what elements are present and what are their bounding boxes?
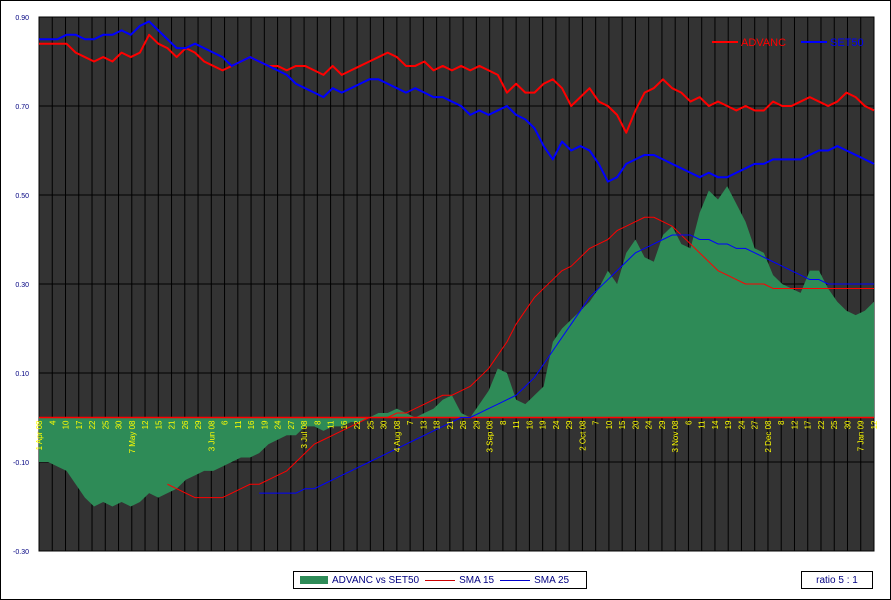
legend-sma15-label: SMA 15 xyxy=(459,574,495,586)
x-tick-label: 7 May 08 xyxy=(128,420,137,453)
legend-area-item: ADVANC vs SET50 xyxy=(300,575,419,586)
x-tick-label: 8 xyxy=(499,420,508,425)
y-tick-label: 0.50 xyxy=(15,193,29,200)
x-tick-label: 22 xyxy=(88,420,97,429)
x-tick-label: 11 xyxy=(234,420,243,429)
x-tick-label: 20 xyxy=(631,420,640,429)
x-tick-label: 11 xyxy=(698,420,707,429)
x-tick-label: 24 xyxy=(737,420,746,429)
x-tick-label: 24 xyxy=(645,420,654,429)
legend-sma25-swatch xyxy=(500,579,531,581)
x-tick-label: 29 xyxy=(658,420,667,429)
chart-frame: 0.90 0.70 0.50 0.30 0.10 -0.10 -0.30 1 Apr 08 4… xyxy=(0,0,891,600)
x-tick-label: 4 xyxy=(48,420,57,425)
x-tick-label: 2 Dec 08 xyxy=(764,420,773,453)
x-tick-label: 11 xyxy=(512,420,521,429)
legend-sma25-item: SMA 25 xyxy=(500,575,569,586)
x-tick-label: 2 Oct 08 xyxy=(578,420,587,451)
x-tick-label: 12 xyxy=(870,420,879,429)
x-tick-label: 19 xyxy=(539,420,548,429)
legend-sma15-swatch xyxy=(425,579,456,581)
x-tick-label: 27 xyxy=(751,420,760,429)
legend-advanc-label: ADVANC xyxy=(741,37,786,49)
x-tick-label: 1 Apr 08 xyxy=(35,420,44,450)
x-tick-label: 3 Jul 08 xyxy=(300,420,309,449)
y-tick-label: 0.30 xyxy=(15,282,29,289)
x-tick-label: 26 xyxy=(181,420,190,429)
y-tick-label: 0.10 xyxy=(15,371,29,378)
x-tick-label: 26 xyxy=(459,420,468,429)
x-tick-label: 14 xyxy=(711,420,720,429)
x-tick-label: 27 xyxy=(287,420,296,429)
x-tick-label: 17 xyxy=(75,420,84,429)
x-tick-label: 29 xyxy=(565,420,574,429)
legend-area-label: ADVANC vs SET50 xyxy=(332,574,420,586)
legend-sma25-label: SMA 25 xyxy=(534,574,570,586)
x-tick-label: 3 Jun 08 xyxy=(207,420,216,451)
x-tick-label: 19 xyxy=(724,420,733,429)
x-tick-label: 10 xyxy=(62,420,71,429)
x-tick-label: 12 xyxy=(141,420,150,429)
ratio-label: ratio 5 : 1 xyxy=(816,574,858,586)
x-tick-label: 22 xyxy=(353,420,362,429)
y-tick-label: -0.10 xyxy=(13,460,29,467)
y-tick-label: 0.90 xyxy=(15,15,29,22)
x-tick-label: 21 xyxy=(446,420,455,429)
x-tick-label: 6 xyxy=(684,420,693,425)
x-tick-label: 7 xyxy=(592,420,601,425)
x-tick-label: 16 xyxy=(525,420,534,429)
x-tick-label: 25 xyxy=(366,420,375,429)
x-tick-label: 17 xyxy=(804,420,813,429)
x-tick-label: 6 xyxy=(221,420,230,425)
x-tick-label: 29 xyxy=(472,420,481,429)
x-tick-label: 25 xyxy=(101,420,110,429)
x-tick-label: 15 xyxy=(618,420,627,429)
x-tick-label: 24 xyxy=(274,420,283,429)
x-tick-label: 18 xyxy=(433,420,442,429)
x-tick-label: 29 xyxy=(194,420,203,429)
x-tick-label: 13 xyxy=(419,420,428,429)
x-tick-label: 7 xyxy=(406,420,415,425)
x-tick-label: 10 xyxy=(605,420,614,429)
x-tick-label: 21 xyxy=(168,420,177,429)
x-tick-label: 16 xyxy=(247,420,256,429)
legend-set50-label: SET50 xyxy=(830,37,864,49)
ratio-label-box: ratio 5 : 1 xyxy=(801,571,873,589)
x-tick-label: 8 xyxy=(777,420,786,425)
y-tick-label: -0.30 xyxy=(13,549,29,556)
x-tick-label: 30 xyxy=(115,420,124,429)
legend-sma15-item: SMA 15 xyxy=(425,575,494,586)
x-tick-label: 12 xyxy=(790,420,799,429)
x-tick-label: 15 xyxy=(154,420,163,429)
x-tick-label: 3 Nov 08 xyxy=(671,420,680,453)
chart-svg: 0.90 0.70 0.50 0.30 0.10 -0.10 -0.30 1 Apr 08 4… xyxy=(13,15,879,556)
bottom-legend: ADVANC vs SET50 SMA 15 SMA 25 xyxy=(293,571,587,589)
x-tick-label: 30 xyxy=(843,420,852,429)
x-tick-label: 11 xyxy=(327,420,336,429)
x-tick-label: 3 Sep 08 xyxy=(486,420,495,453)
x-tick-label: 24 xyxy=(552,420,561,429)
x-tick-label: 22 xyxy=(817,420,826,429)
x-tick-label: 4 Aug 08 xyxy=(393,420,402,452)
y-tick-label: 0.70 xyxy=(15,104,29,111)
x-tick-label: 8 xyxy=(313,420,322,425)
x-tick-label: 19 xyxy=(260,420,269,429)
x-tick-label: 25 xyxy=(830,420,839,429)
x-tick-label: 16 xyxy=(340,420,349,429)
legend-area-swatch xyxy=(300,576,328,584)
x-tick-label: 30 xyxy=(380,420,389,429)
x-tick-label: 7 Jan 09 xyxy=(857,420,866,451)
